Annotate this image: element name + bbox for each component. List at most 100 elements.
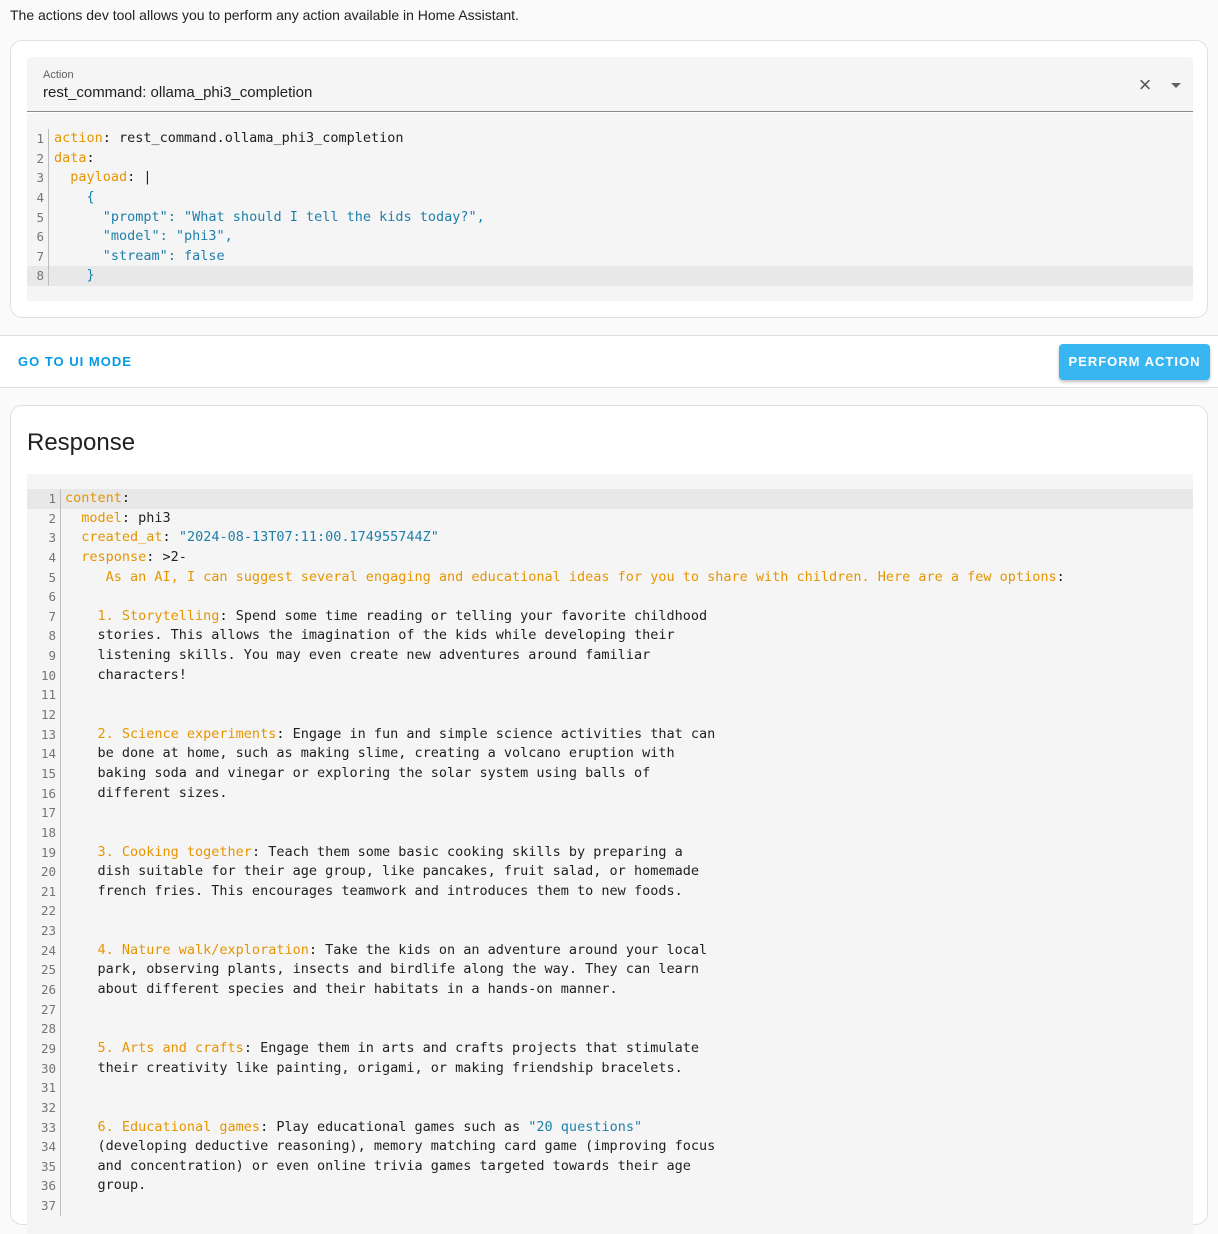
code-line: 24 4. Nature walk/exploration: Take the … [27, 940, 1193, 961]
code-text: "stream": false [54, 247, 225, 267]
line-number: 5 [27, 567, 61, 588]
line-number: 36 [27, 1176, 61, 1197]
code-line: 2 model: phi3 [27, 508, 1193, 529]
code-token: response [81, 548, 147, 565]
line-number: 2 [27, 148, 49, 169]
close-icon[interactable]: × [1135, 74, 1155, 96]
code-token: model [81, 509, 122, 526]
code-line: 31 [27, 1078, 1193, 1098]
response-card: Response 1 content: 2 model: phi3 3 created… [10, 405, 1208, 1234]
code-text: "model": "phi3", [54, 227, 233, 247]
code-token: "2024-08-13T07:11:00.174955744Z" [178, 529, 439, 546]
code-text: 6. Educational games: Play educational g… [65, 1118, 643, 1138]
code-token: listening skills. You may even create ne… [65, 647, 651, 664]
action-select-label: Action [43, 69, 74, 81]
code-line: 19 3. Cooking together: Teach them some … [27, 842, 1193, 863]
line-number: 7 [27, 246, 49, 267]
action-bar: GO TO UI MODE PERFORM ACTION [0, 335, 1218, 388]
code-line: 32 [27, 1097, 1193, 1118]
action-select[interactable]: Action rest_command: ollama_phi3_complet… [27, 57, 1193, 112]
code-text: stories. This allows the imagination of … [65, 626, 675, 646]
code-line: 25 park, observing plants, insects and b… [27, 960, 1193, 981]
action-yaml-editor[interactable]: 1 action: rest_command.ollama_phi3_comple… [27, 113, 1193, 301]
code-line: 6 "model": "phi3", [27, 227, 1193, 247]
line-number: 16 [27, 783, 61, 804]
code-text: As an AI, I can suggest several engaging… [65, 568, 1065, 588]
code-token: be done at home, such as making slime, c… [65, 745, 675, 762]
go-to-ui-mode-button[interactable]: GO TO UI MODE [18, 354, 132, 369]
perform-action-button[interactable]: PERFORM ACTION [1059, 344, 1210, 380]
code-line: 8 stories. This allows the imagination o… [27, 626, 1193, 647]
code-line: 23 [27, 921, 1193, 941]
code-text: 2. Science experiments: Engage in fun an… [65, 725, 716, 745]
code-line: 36 group. [27, 1176, 1193, 1197]
code-text: model: phi3 [65, 509, 170, 529]
line-number: 25 [27, 960, 61, 981]
code-token: stories. This allows the imagination of … [65, 627, 675, 644]
code-line: 3 payload: | [27, 168, 1193, 188]
code-token: and concentration) or even online trivia… [65, 1157, 691, 1174]
line-number: 19 [27, 842, 61, 863]
code-token: : >2- [146, 548, 187, 565]
line-number: 11 [27, 685, 61, 706]
line-number: 3 [27, 168, 49, 188]
code-line: 15 baking soda and vinegar or exploring … [27, 763, 1193, 784]
code-line: 17 [27, 803, 1193, 823]
line-number: 21 [27, 881, 61, 902]
line-number: 22 [27, 901, 61, 922]
action-select-value[interactable]: rest_command: ollama_phi3_completion [43, 84, 312, 101]
chevron-down-icon[interactable] [1171, 83, 1181, 88]
code-text: baking soda and vinegar or exploring the… [65, 764, 651, 784]
code-text: different sizes. [65, 784, 228, 804]
code-line: 5 As an AI, I can suggest several engagi… [27, 567, 1193, 588]
code-line: 7 1. Storytelling: Spend some time readi… [27, 606, 1193, 627]
line-number: 17 [27, 803, 61, 823]
code-line: 20 dish suitable for their age group, li… [27, 862, 1193, 882]
line-number: 28 [27, 1019, 61, 1039]
line-number: 1 [27, 489, 61, 509]
line-number: 6 [27, 227, 49, 247]
code-line: 4 response: >2- [27, 547, 1193, 568]
line-number: 5 [27, 207, 49, 228]
code-token: data [54, 149, 87, 166]
code-token: group. [65, 1177, 147, 1194]
code-token: : | [127, 169, 152, 186]
code-token: 4. Nature walk/exploration [65, 941, 309, 958]
line-number: 8 [27, 266, 49, 287]
line-number: 7 [27, 606, 61, 627]
line-number: 14 [27, 744, 61, 764]
action-card: Action rest_command: ollama_phi3_complet… [10, 40, 1208, 318]
code-token: : [1056, 568, 1065, 585]
code-line: 27 [27, 999, 1193, 1020]
code-line: 33 6. Educational games: Play educationa… [27, 1117, 1193, 1138]
line-number: 37 [27, 1196, 61, 1216]
code-token: } [54, 267, 95, 284]
code-line: 1 action: rest_command.ollama_phi3_comple… [27, 129, 1193, 149]
response-yaml-viewer[interactable]: 1 content: 2 model: phi3 3 created_at: "202… [27, 474, 1193, 1234]
code-token: "stream": false [54, 247, 225, 264]
code-token: 2. Science experiments [65, 725, 277, 742]
code-token: created_at [81, 529, 163, 546]
line-number: 15 [27, 763, 61, 784]
line-number: 3 [27, 528, 61, 548]
line-number: 4 [27, 547, 61, 568]
code-token: As an AI, I can suggest several engaging… [65, 568, 1057, 585]
code-token: : rest_command.ollama_phi3_completion [102, 130, 404, 146]
code-line: 5 "prompt": "What should I tell the kids… [27, 207, 1193, 228]
code-text: response: >2- [65, 548, 187, 568]
code-text: (developing deductive reasoning), memory… [65, 1137, 716, 1157]
code-text: payload: | [54, 168, 152, 188]
code-text: 3. Cooking together: Teach them some bas… [65, 843, 683, 863]
code-line: 6 [27, 587, 1193, 607]
code-line: 22 [27, 901, 1193, 922]
code-line: 3 created_at: "2024-08-13T07:11:00.17495… [27, 528, 1193, 548]
code-token: content [65, 490, 122, 506]
code-token: : [121, 490, 131, 506]
code-token: : Play educational games such as [260, 1118, 529, 1135]
line-number: 6 [27, 587, 61, 607]
code-token: their creativity like painting, origami,… [65, 1059, 683, 1076]
